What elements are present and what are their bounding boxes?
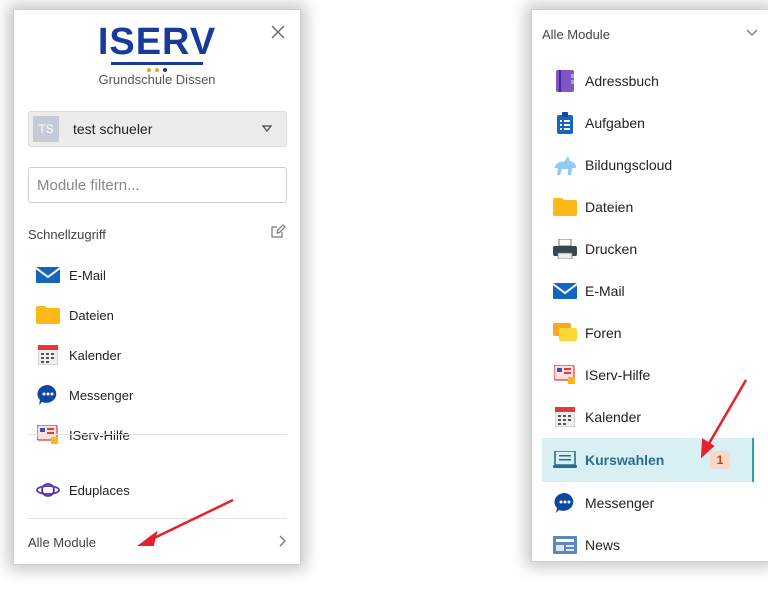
- all-modules-header[interactable]: Alle Module: [542, 22, 758, 46]
- navigation-panel-right: Alle Module Adressbuch Aufgaben Bildungs…: [532, 10, 768, 561]
- module-item-address-book[interactable]: Adressbuch: [532, 60, 768, 102]
- quick-item-help[interactable]: IServ-Hilfe: [14, 415, 300, 455]
- mail-icon: [36, 263, 60, 287]
- module-item-print[interactable]: Drucken: [532, 228, 768, 270]
- module-item-help[interactable]: IServ-Hilfe: [532, 354, 768, 396]
- iserv-logo: ISERV: [14, 22, 300, 72]
- module-item-messenger[interactable]: Messenger: [532, 482, 768, 524]
- close-icon[interactable]: [270, 24, 286, 40]
- quick-item-files[interactable]: Dateien: [14, 295, 300, 335]
- navigation-panel-left: ISERV Grundschule Dissen TS test schuele…: [14, 10, 300, 564]
- all-modules-button[interactable]: Alle Module: [28, 530, 287, 554]
- school-name: Grundschule Dissen: [98, 72, 216, 87]
- help-icon: [552, 363, 578, 387]
- module-item-tasks[interactable]: Aufgaben: [532, 102, 768, 144]
- module-filter-input[interactable]: [28, 167, 287, 203]
- messenger-icon: [552, 491, 578, 515]
- calendar-icon: [36, 343, 60, 367]
- chevron-down-icon: [746, 29, 758, 37]
- logo-text: ISERV: [97, 21, 217, 63]
- address-book-icon: [552, 69, 578, 93]
- mail-icon: [552, 279, 578, 303]
- folder-icon: [552, 195, 578, 219]
- module-item-forums[interactable]: Foren: [532, 312, 768, 354]
- forum-icon: [552, 321, 578, 345]
- tasks-icon: [552, 111, 578, 135]
- help-icon: [36, 423, 60, 447]
- messenger-icon: [36, 383, 60, 407]
- quick-access-list: E-Mail Dateien Kalender Messenger IServ-…: [14, 255, 300, 455]
- caret-down-icon: [262, 125, 272, 133]
- extra-list: Eduplaces: [14, 470, 300, 510]
- divider: [28, 434, 287, 435]
- bildungscloud-icon: [552, 153, 578, 177]
- module-item-bildungscloud[interactable]: Bildungscloud: [532, 144, 768, 186]
- quick-item-messenger[interactable]: Messenger: [14, 375, 300, 415]
- eduplaces-icon: [36, 478, 60, 502]
- module-item-course-selection[interactable]: Kurswahlen 1: [542, 438, 754, 482]
- module-item-files[interactable]: Dateien: [532, 186, 768, 228]
- section-title-quick-access: Schnellzugriff: [28, 227, 106, 242]
- quick-item-email[interactable]: E-Mail: [14, 255, 300, 295]
- calendar-icon: [552, 405, 578, 429]
- module-item-calendar[interactable]: Kalender: [532, 396, 768, 438]
- folder-icon: [36, 303, 60, 327]
- module-item-email[interactable]: E-Mail: [532, 270, 768, 312]
- quick-item-calendar[interactable]: Kalender: [14, 335, 300, 375]
- user-menu-select[interactable]: TS test schueler: [28, 111, 287, 147]
- chevron-right-icon: [279, 535, 287, 547]
- avatar: TS: [33, 116, 59, 142]
- user-name: test schueler: [73, 121, 153, 137]
- divider: [28, 518, 287, 519]
- status-badge: 1: [710, 451, 730, 469]
- all-modules-list: Adressbuch Aufgaben Bildungscloud Dateie…: [532, 60, 768, 566]
- course-selection-icon: [552, 448, 578, 472]
- quick-item-eduplaces[interactable]: Eduplaces: [14, 470, 300, 510]
- module-item-news[interactable]: News: [532, 524, 768, 566]
- edit-icon[interactable]: [270, 223, 286, 239]
- news-icon: [552, 533, 578, 557]
- printer-icon: [552, 237, 578, 261]
